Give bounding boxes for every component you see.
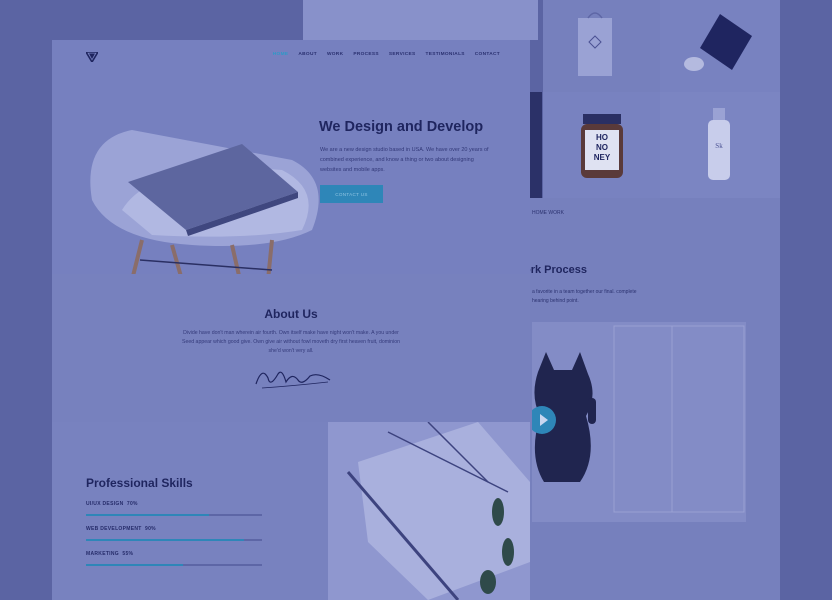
hero-description: We are a new design studio based in USA.… bbox=[320, 147, 489, 173]
skill-progress-fill bbox=[86, 514, 210, 516]
contact-us-button[interactable]: CONTACT US bbox=[320, 185, 383, 203]
about-section: About Us Divide have don't man wherein a… bbox=[52, 274, 530, 422]
skill-progress-fill bbox=[86, 564, 183, 566]
stationery-image bbox=[328, 422, 530, 600]
nav-item-contact[interactable]: CONTACT bbox=[475, 52, 500, 57]
signature-image bbox=[255, 371, 331, 389]
product-tile-bag bbox=[543, 0, 660, 92]
about-text: Divide have don't man wherein air fourth… bbox=[182, 330, 400, 354]
skill-percent: 90% bbox=[145, 526, 156, 532]
honey-jar-icon: HO NO NEY bbox=[581, 114, 623, 178]
skill-percent: 55% bbox=[122, 551, 134, 557]
skills-title: Professional Skills bbox=[86, 476, 193, 490]
svg-text:HO: HO bbox=[596, 133, 608, 142]
secondary-process-title: ork Process bbox=[524, 264, 587, 276]
play-button[interactable] bbox=[532, 406, 556, 430]
nav-item-services[interactable]: SERVICES bbox=[389, 52, 416, 57]
skill-label: WEB DEVELOPMENT bbox=[86, 526, 142, 532]
skill-marketing: MARKETING 55% bbox=[86, 551, 262, 566]
nav-item-testimonials[interactable]: TESTIMONIALS bbox=[425, 52, 464, 57]
skill-track bbox=[86, 539, 262, 541]
nav-item-process[interactable]: PROCESS bbox=[353, 52, 379, 57]
nav-item-home[interactable]: HOME bbox=[273, 52, 289, 57]
main-mockup: HOME ABOUT WORK PROCESS SERVICES TESTIMO… bbox=[52, 40, 530, 600]
skill-progress-fill bbox=[86, 539, 245, 541]
svg-text:Sk: Sk bbox=[715, 142, 723, 150]
about-title: About Us bbox=[264, 307, 318, 321]
nav-item-about[interactable]: ABOUT bbox=[298, 52, 317, 57]
logo-icon[interactable] bbox=[86, 52, 98, 62]
product-tile-jar: HO NO NEY bbox=[543, 92, 660, 198]
skill-label: MARKETING bbox=[86, 551, 119, 557]
skill-percent: 70% bbox=[126, 501, 138, 507]
skills-section: Professional Skills UI/UX DESIGN 70% WEB… bbox=[52, 422, 530, 600]
skill-uiux: UI/UX DESIGN 70% bbox=[86, 501, 262, 516]
secondary-process-text: a favorite in a team together our final.… bbox=[532, 289, 637, 304]
process-image bbox=[532, 322, 746, 522]
main-nav: HOME ABOUT WORK PROCESS SERVICES TESTIMO… bbox=[273, 52, 500, 57]
chair-laptop-image bbox=[90, 130, 319, 280]
shopping-bag-icon bbox=[578, 12, 612, 76]
hero-title: We Design and Develop bbox=[319, 119, 484, 135]
secondary-dark-bar bbox=[530, 92, 542, 198]
bottle-icon: Sk bbox=[708, 108, 730, 180]
window-frame-icon bbox=[613, 325, 745, 513]
skill-web-development: WEB DEVELOPMENT 90% bbox=[86, 526, 262, 541]
skill-label: UI/UX DESIGN bbox=[86, 501, 124, 507]
skill-track bbox=[86, 514, 262, 516]
product-tile-bottle: Sk bbox=[660, 92, 780, 198]
svg-text:NEY: NEY bbox=[594, 153, 611, 162]
secondary-caption: HOME WORK bbox=[532, 210, 564, 216]
nav-item-work[interactable]: WORK bbox=[327, 52, 343, 57]
svg-text:NO: NO bbox=[596, 143, 608, 152]
product-tile-card bbox=[660, 0, 780, 92]
business-card-icon bbox=[684, 14, 752, 71]
product-tile-phone bbox=[303, 0, 538, 40]
hero-section: HOME ABOUT WORK PROCESS SERVICES TESTIMO… bbox=[52, 40, 530, 280]
skill-track bbox=[86, 564, 262, 566]
